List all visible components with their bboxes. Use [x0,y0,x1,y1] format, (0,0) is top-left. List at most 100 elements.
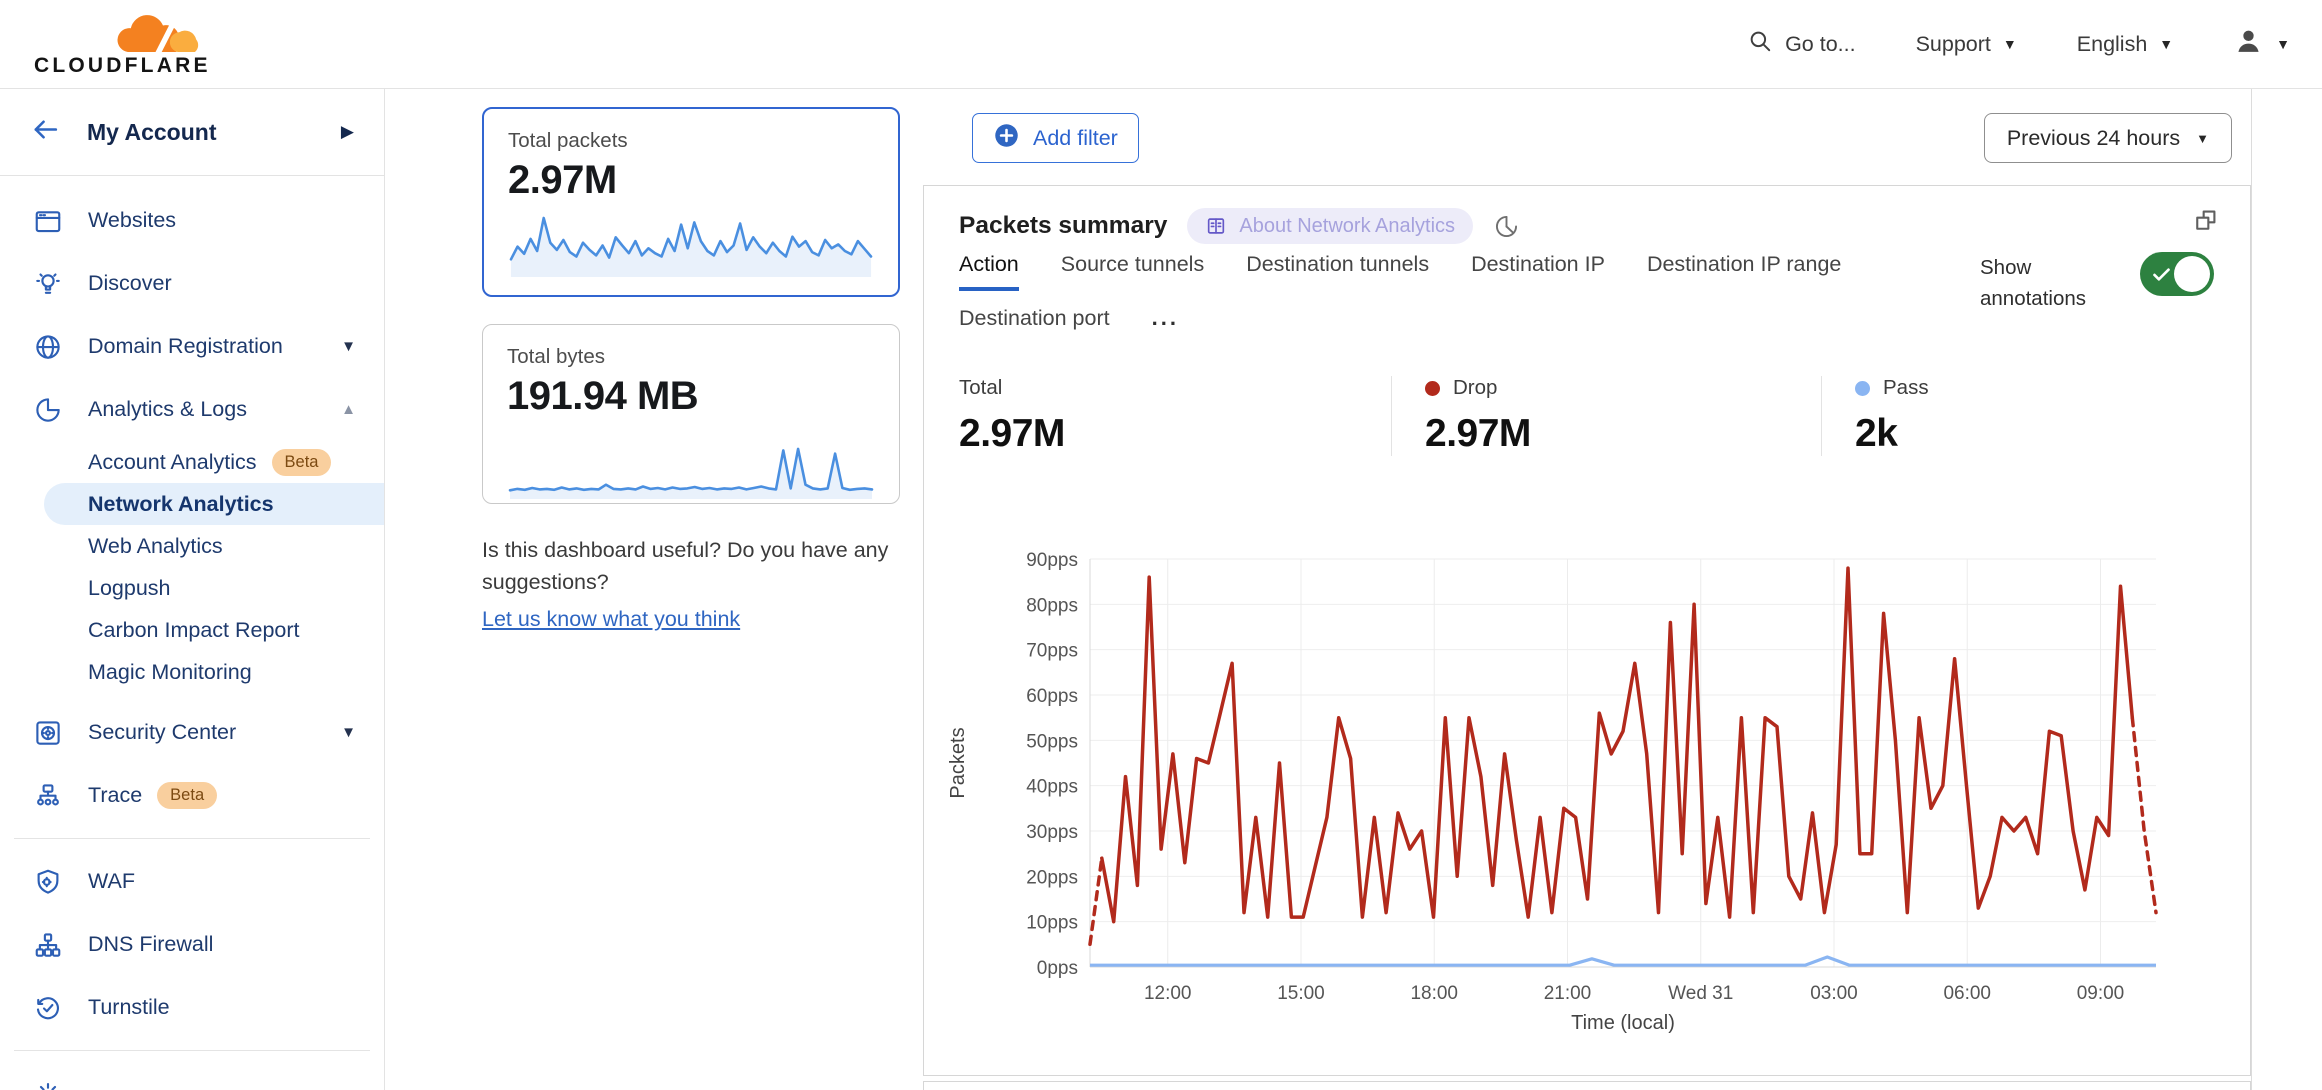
svg-text:20pps: 20pps [1026,867,1078,888]
svg-text:90pps: 90pps [1026,550,1078,571]
chevron-down-icon: ▼ [2276,36,2290,52]
pass-legend-dot [1855,381,1870,396]
svg-text:80pps: 80pps [1026,595,1078,616]
svg-text:CLOUDFLARE: CLOUDFLARE [34,54,211,76]
svg-text:03:00: 03:00 [1810,983,1858,1004]
sidebar-item-label: Magic Monitoring [88,660,252,685]
goto-search[interactable]: Go to... [1747,28,1856,60]
sidebar: My Account ▶ Websites Discover Domain Regi… [0,89,385,1090]
metric-label: Total packets [508,129,874,153]
tab-destination-ip-range[interactable]: Destination IP range [1647,252,1841,291]
svg-text:06:00: 06:00 [1943,983,1991,1004]
svg-text:30pps: 30pps [1026,822,1078,843]
beta-badge: Beta [157,782,217,809]
chevron-right-icon[interactable]: ▶ [341,122,354,142]
sidebar-item-web-analytics[interactable]: Web Analytics [0,525,384,567]
back-arrow-icon[interactable] [30,114,61,150]
svg-text:40pps: 40pps [1026,777,1078,798]
sidebar-item-magic-monitoring[interactable]: Magic Monitoring [0,651,384,693]
stat-value: 2.97M [959,412,1391,456]
account-header[interactable]: My Account ▶ [0,89,384,176]
chevron-down-icon: ▼ [2159,36,2173,52]
total-packets-card[interactable]: Total packets 2.97M [482,107,900,297]
sidebar-item-turnstile[interactable]: Turnstile [0,976,384,1039]
tab-action[interactable]: Action [959,252,1019,291]
tab-source-tunnels[interactable]: Source tunnels [1061,252,1204,291]
svg-text:70pps: 70pps [1026,641,1078,662]
sidebar-item-label: DNS Firewall [88,932,213,957]
goto-label: Go to... [1785,32,1856,57]
language-menu[interactable]: English ▼ [2077,32,2173,57]
panel-title: Packets summary [959,212,1167,240]
account-menu[interactable]: ▼ [2233,26,2290,63]
time-range-dropdown[interactable]: Previous 24 hours ▼ [1984,113,2232,163]
add-filter-button[interactable]: Add filter [972,113,1139,163]
sidebar-item-dns-firewall[interactable]: DNS Firewall [0,913,384,976]
user-icon [2233,26,2264,63]
sidebar-item-trace[interactable]: Trace Beta [0,764,384,827]
metric-label: Total bytes [507,345,875,369]
sidebar-item-label: Carbon Impact Report [88,618,300,643]
svg-text:10pps: 10pps [1026,913,1078,934]
metrics-column: Total packets 2.97M Total bytes 191.94 M… [385,89,923,1090]
tab-destination-ip[interactable]: Destination IP [1471,252,1605,291]
packets-summary-panel: Packets summary About Network Analytics … [923,185,2251,1076]
search-icon [1747,28,1773,60]
sidebar-item-domain-registration[interactable]: Domain Registration ▼ [0,315,384,378]
sidebar-item-more-product[interactable] [0,1062,384,1090]
sidebar-item-label: Security Center [88,720,236,745]
account-name: My Account [87,119,217,146]
browser-icon [33,206,63,236]
sidebar-item-label: Account Analytics [88,450,257,475]
about-network-analytics-badge[interactable]: About Network Analytics [1187,208,1473,244]
sidebar-item-label: Domain Registration [88,334,283,359]
dimension-tabs: Action Source tunnels Destination tunnels D… [959,252,1949,345]
feedback-link[interactable]: Let us know what you think [482,603,740,635]
tab-destination-port[interactable]: Destination port [959,306,1110,345]
stat-value: 2.97M [1425,412,1821,456]
tab-destination-tunnels[interactable]: Destination tunnels [1246,252,1429,291]
svg-text:15:00: 15:00 [1277,983,1325,1004]
show-annotations-label: Show annotations [1980,252,2112,314]
sidebar-item-account-analytics[interactable]: Account AnalyticsBeta [0,441,384,483]
chevron-down-icon: ▼ [341,338,356,355]
cloudflare-logo[interactable]: CLOUDFLARE [32,8,222,81]
stat-drop: Drop 2.97M [1391,376,1821,456]
metric-value: 2.97M [508,158,874,203]
svg-text:21:00: 21:00 [1544,983,1592,1004]
chevron-down-icon: ▼ [341,724,356,741]
sidebar-item-analytics-logs[interactable]: Analytics & Logs▲ [0,378,384,441]
stat-total: Total 2.97M [924,376,1391,456]
chevron-down-icon: ▼ [2196,131,2209,146]
show-annotations-toggle[interactable] [2140,252,2214,296]
sidebar-item-discover[interactable]: Discover [0,252,384,315]
svg-text:Packets: Packets [947,727,969,798]
sidebar-item-waf[interactable]: WAF [0,850,384,913]
sidebar-item-label: Trace [88,783,142,808]
packets-chart: 0pps10pps20pps30pps40pps50pps60pps70pps8… [924,526,2252,1046]
hierarchy-icon [33,930,63,960]
turnstile-icon [33,993,63,1023]
stat-label: Total [959,376,1002,400]
total-bytes-card[interactable]: Total bytes 191.94 MB [482,324,900,504]
stat-label: Drop [1453,376,1497,400]
pie-icon [33,395,63,425]
sidebar-item-label: Turnstile [88,995,170,1020]
drop-legend-dot [1425,381,1440,396]
sidebar-item-websites[interactable]: Websites [0,189,384,252]
sidebar-item-carbon-impact-report[interactable]: Carbon Impact Report [0,609,384,651]
trace-icon [33,781,63,811]
support-menu[interactable]: Support ▼ [1916,32,2017,57]
globe-icon [33,332,63,362]
sidebar-item-label: Discover [88,271,172,296]
expand-panel-icon[interactable] [2192,206,2220,234]
more-tabs-button[interactable]: ... [1152,305,1179,345]
svg-text:60pps: 60pps [1026,686,1078,707]
packets-sparkline [508,213,874,277]
sidebar-divider [14,1050,370,1051]
sidebar-item-security-center[interactable]: Security Center ▼ [0,701,384,764]
svg-text:50pps: 50pps [1026,731,1078,752]
sidebar-item-logpush[interactable]: Logpush [0,567,384,609]
sidebar-item-network-analytics[interactable]: Network Analytics [44,483,384,525]
sidebar-item-label: Logpush [88,576,171,601]
